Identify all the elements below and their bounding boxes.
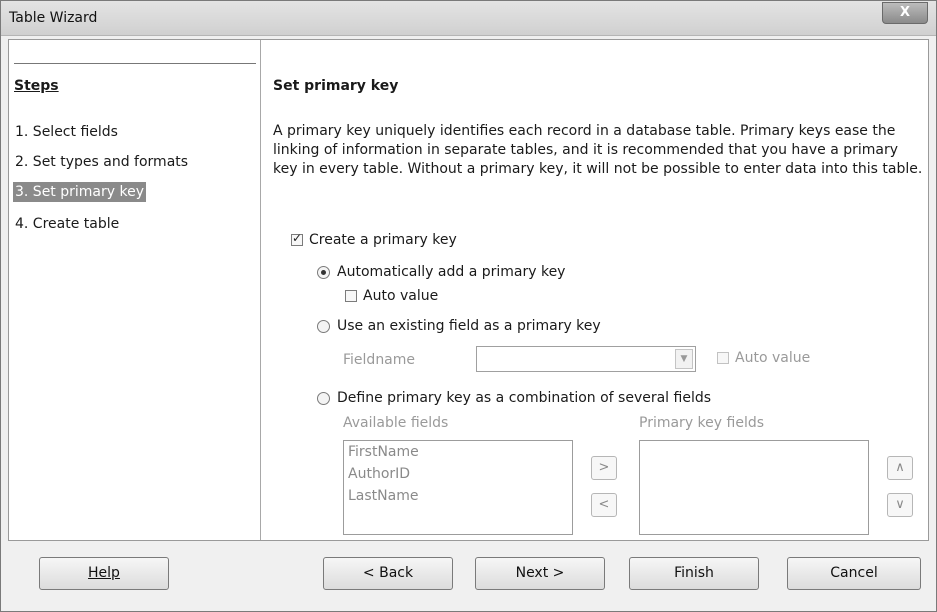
cancel-button-label: Cancel — [830, 565, 878, 581]
checkbox-disabled-icon[interactable] — [717, 352, 729, 364]
table-wizard-window: Table Wizard X Steps 1. Select fields 2.… — [0, 0, 937, 612]
auto-value-disabled-label: Auto value — [735, 350, 811, 366]
close-icon: X — [899, 5, 911, 20]
move-down-button[interactable]: ∨ — [887, 493, 913, 517]
create-primary-key-checkbox[interactable]: Create a primary key — [291, 231, 457, 248]
define-combination-label: Define primary key as a combination of s… — [337, 390, 712, 406]
back-button-label: < Back — [362, 565, 414, 581]
list-item[interactable]: AuthorID — [344, 463, 572, 485]
cancel-button[interactable]: Cancel — [787, 557, 921, 590]
window-title: Table Wizard — [9, 10, 98, 26]
move-left-button[interactable]: < — [591, 493, 617, 517]
create-primary-key-label: Create a primary key — [309, 232, 457, 248]
wizard-client-area: Steps 1. Select fields 2. Set types and … — [8, 39, 929, 541]
title-bar: Table Wizard X — [1, 1, 936, 36]
auto-value-disabled-checkbox[interactable]: Auto value — [717, 350, 810, 366]
auto-value-label: Auto value — [363, 288, 439, 304]
auto-add-primary-key-radio[interactable]: Automatically add a primary key — [317, 264, 565, 280]
close-button[interactable]: X — [882, 2, 928, 24]
list-item[interactable]: LastName — [344, 485, 572, 507]
back-button[interactable]: < Back — [323, 557, 453, 590]
steps-heading: Steps — [14, 78, 59, 94]
help-button[interactable]: Help — [39, 557, 169, 590]
fieldname-label: Fieldname — [343, 352, 416, 368]
description-text: A primary key uniquely identifies each r… — [273, 123, 923, 177]
page-title: Set primary key — [273, 78, 399, 94]
checkbox-checked-icon[interactable] — [291, 231, 303, 246]
fieldname-combobox[interactable]: ▼ — [476, 346, 696, 372]
move-up-button[interactable]: ∧ — [887, 456, 913, 480]
steps-divider — [14, 63, 256, 64]
step-create-table[interactable]: 4. Create table — [13, 214, 121, 234]
finish-button-label: Finish — [674, 565, 714, 581]
next-button-label: Next > — [515, 565, 565, 581]
finish-button[interactable]: Finish — [629, 557, 759, 590]
dropdown-arrow-icon[interactable]: ▼ — [675, 349, 693, 369]
radio-selected-icon[interactable] — [317, 265, 330, 279]
radio-unselected-icon[interactable] — [317, 319, 330, 333]
available-fields-list[interactable]: FirstName AuthorID LastName — [343, 440, 573, 535]
use-existing-field-radio[interactable]: Use an existing field as a primary key — [317, 318, 601, 334]
available-fields-label: Available fields — [343, 415, 449, 431]
move-right-button[interactable]: > — [591, 456, 617, 480]
help-button-label: Help — [88, 565, 120, 581]
main-panel: Set primary key A primary key uniquely i… — [261, 40, 928, 540]
checkbox-unchecked-icon[interactable] — [345, 290, 357, 302]
use-existing-field-label: Use an existing field as a primary key — [337, 318, 601, 334]
next-button[interactable]: Next > — [475, 557, 605, 590]
auto-add-primary-key-label: Automatically add a primary key — [337, 264, 566, 280]
step-set-types-formats[interactable]: 2. Set types and formats — [13, 152, 190, 172]
define-combination-radio[interactable]: Define primary key as a combination of s… — [317, 390, 711, 406]
steps-panel: Steps 1. Select fields 2. Set types and … — [9, 40, 261, 540]
auto-value-checkbox[interactable]: Auto value — [345, 288, 438, 304]
list-item[interactable]: FirstName — [344, 441, 572, 463]
step-set-primary-key[interactable]: 3. Set primary key — [13, 182, 146, 202]
step-select-fields[interactable]: 1. Select fields — [13, 122, 120, 142]
primary-key-fields-label: Primary key fields — [639, 415, 765, 431]
primary-key-fields-list[interactable] — [639, 440, 869, 535]
radio-unselected-icon[interactable] — [317, 391, 330, 405]
